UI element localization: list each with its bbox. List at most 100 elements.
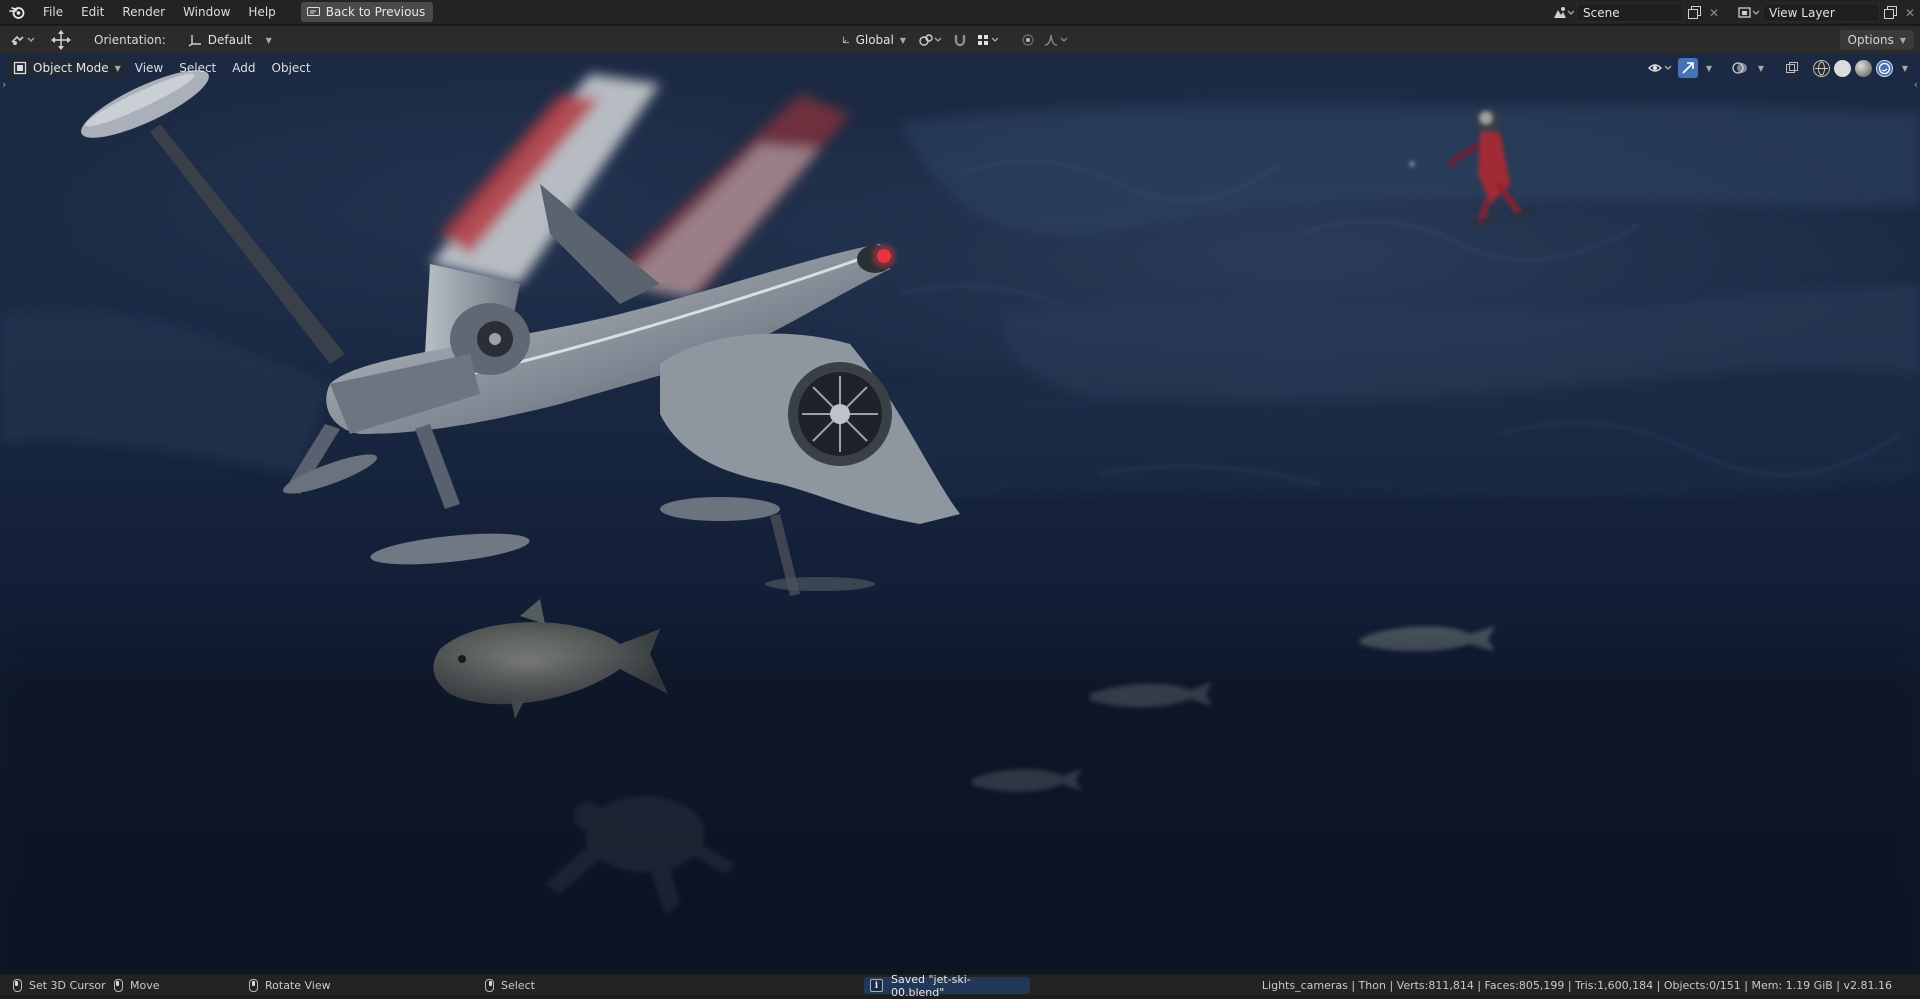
overlays-icon [1732,62,1747,74]
close-icon: ✕ [1904,5,1916,20]
view-layer-field[interactable]: View Layer [1762,3,1880,22]
scene-selector-button[interactable] [1550,3,1576,22]
pivot-point-button[interactable] [916,29,946,51]
menu-edit[interactable]: Edit [72,0,113,25]
viewport-menu-select[interactable]: Select [172,58,223,78]
status-rotate-view: Rotate View [249,975,331,996]
proportional-falloff-button[interactable] [1042,29,1072,51]
transform-orientation-dropdown[interactable]: Global ▼ [836,30,912,50]
orientation-axes-icon [188,35,201,47]
chevron-down-icon: ▼ [899,35,906,45]
jet-ski-craft [81,70,960,596]
solid-shading-button[interactable] [1834,59,1851,77]
rendered-shading-button[interactable] [1876,59,1893,77]
menu-render[interactable]: Render [113,0,174,25]
orientation-label: Orientation: [94,33,166,47]
material-preview-button[interactable] [1855,59,1872,77]
chevron-down-icon: ▼ [1899,35,1906,45]
show-overlays-button[interactable] [1730,58,1750,78]
eye-icon [1648,64,1672,72]
show-gizmo-button[interactable] [1678,58,1698,78]
orientation-value: Default [207,33,252,47]
object-mode-icon [13,61,27,75]
pivot-point-icon [919,34,942,46]
wireframe-sphere-icon [1815,61,1828,75]
overlays-options-button[interactable]: ▼ [1752,58,1770,78]
object-mode-label: Object Mode [33,61,109,75]
menu-help[interactable]: Help [239,0,284,25]
delete-view-layer-button[interactable]: ✕ [1900,3,1920,22]
visibility-selectability-button[interactable] [1646,58,1676,78]
menu-file[interactable]: File [34,0,72,25]
blender-logo-icon[interactable] [0,0,34,25]
xray-icon [1786,62,1798,73]
mouse-right-click-icon [485,979,494,992]
sidebar-expand-arrow-icon[interactable]: ‹ [1914,78,1918,91]
rotate-view-label: Rotate View [265,979,331,992]
magnet-icon [954,35,966,47]
menu-window[interactable]: Window [174,0,239,25]
scene-statistics: Lights_cameras | Thon | Verts:811,814 | … [1261,979,1892,992]
proportional-editing-icon [1022,34,1034,46]
proportional-editing-button[interactable] [1018,29,1038,51]
viewport-menu-view[interactable]: View [128,58,170,78]
status-set-cursor: Set 3D Cursor [13,975,106,996]
editor-type-button[interactable] [6,29,40,51]
select-label: Select [501,979,535,992]
back-to-previous-label: Back to Previous [325,5,426,19]
scene-controls: Scene ✕ View Layer ✕ [1550,0,1920,25]
duplicate-icon [1687,6,1701,19]
global-axes-icon [843,36,850,44]
options-dropdown[interactable]: Options ▼ [1839,30,1914,50]
mouse-drag-icon [114,979,123,992]
snap-toggle-button[interactable] [950,29,970,51]
mouse-middle-click-icon [249,979,258,992]
set-cursor-label: Set 3D Cursor [29,979,106,992]
view-layer-selector-button[interactable] [1736,3,1762,22]
orientation-dropdown[interactable]: Default ▼ [181,30,278,50]
new-scene-button[interactable] [1684,3,1704,22]
falloff-curve-icon [1044,34,1068,46]
object-mode-dropdown[interactable]: Object Mode ▼ [8,58,126,78]
move-label: Move [130,979,160,992]
3d-viewport[interactable]: Object Mode ▼ View Select Add Object ▼ ▼… [0,54,1920,974]
close-icon: ✕ [1708,5,1720,20]
viewport-menu-add[interactable]: Add [225,58,262,78]
shading-options-button[interactable]: ▼ [1896,58,1914,78]
viewport-display-controls: ▼ ▼ ▼ [1646,57,1914,79]
chevron-down-icon: ▼ [1901,63,1909,73]
back-to-previous-button[interactable]: Back to Previous [300,2,434,22]
snap-grid-icon [978,35,999,45]
viewport-header: Object Mode ▼ View Select Add Object [8,57,318,79]
gizmo-icon [1682,62,1694,74]
delete-scene-button[interactable]: ✕ [1704,3,1724,22]
chevron-down-icon: ▼ [265,35,272,45]
chevron-down-icon: ▼ [1757,63,1765,73]
snap-target-button[interactable] [974,29,1004,51]
underwater-render [0,70,1920,974]
report-banner[interactable]: i Saved "jet-ski-00.blend" [864,973,1030,999]
scene-name: Scene [1583,5,1620,20]
viewport-menu-object[interactable]: Object [265,58,318,78]
scene-icon [1554,6,1574,18]
status-bar: Set 3D Cursor Move Rotate View Select i … [0,973,1920,999]
mouse-left-click-icon [13,979,22,992]
xray-toggle-button[interactable] [1782,58,1802,78]
gizmo-options-button[interactable]: ▼ [1700,58,1718,78]
status-move: Move [114,975,160,996]
view-layer-name: View Layer [1769,5,1835,20]
rendered-sphere-icon [1878,62,1891,74]
screen-icon [306,6,320,16]
status-select: Select [485,975,535,996]
transform-orientation-value: Global [855,33,894,47]
move-icon [51,30,71,50]
editor-type-icon [11,35,35,45]
duplicate-icon [1883,6,1897,19]
options-label: Options [1847,33,1894,47]
move-tool-button[interactable] [46,29,76,51]
new-view-layer-button[interactable] [1880,3,1900,22]
toolbar-expand-arrow-icon[interactable]: › [2,78,6,91]
scene-name-field[interactable]: Scene [1576,3,1684,22]
chevron-down-icon: ▼ [114,63,121,73]
wireframe-shading-button[interactable] [1813,59,1830,77]
